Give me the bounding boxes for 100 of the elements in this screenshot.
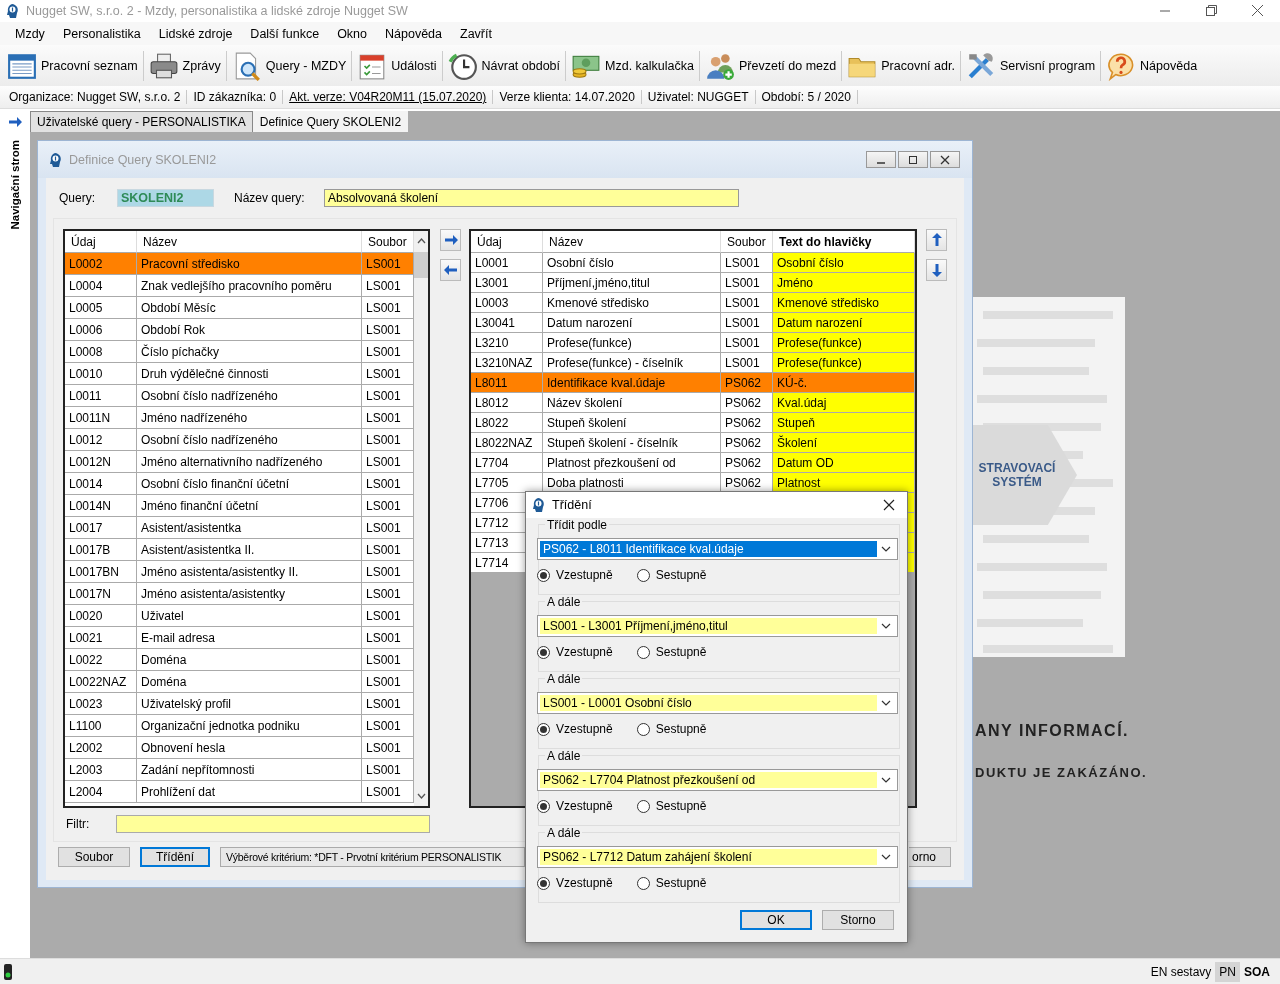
table-cell: LS001 — [362, 407, 414, 429]
table-cell: LS001 — [362, 429, 414, 451]
table-cell: LS001 — [362, 693, 414, 715]
group-label: A dále — [545, 749, 583, 763]
dialog-title: Třídění — [552, 498, 593, 512]
table-cell: L0011N — [65, 407, 137, 429]
table-cell: L0014N — [65, 495, 137, 517]
table-cell: L3001 — [471, 273, 543, 293]
table-cell: L8012 — [471, 393, 543, 413]
table-cell: L0022NAZ — [65, 671, 137, 693]
table-cell: LS001 — [362, 539, 414, 561]
table-cell: Identifikace kval.údaje — [543, 373, 721, 393]
table-cell: PS062 — [721, 453, 773, 473]
table-cell: L0008 — [65, 341, 137, 363]
table-cell: Kval.údaj — [773, 393, 915, 413]
table-cell: L0004 — [65, 275, 137, 297]
table-cell: PS062 — [721, 413, 773, 433]
table-cell: LS001 — [721, 333, 773, 353]
table-cell: L0003 — [471, 293, 543, 313]
info-text: Verze klienta: 14.07.2020 — [493, 90, 642, 104]
table-cell: L0023 — [65, 693, 137, 715]
group-label: Třídit podle — [545, 518, 610, 532]
window-title: Nugget SW, s.r.o. 2 - Mzdy, personalistika a lidské zdroje Nugget SW — [26, 4, 409, 18]
table-cell: L2004 — [65, 781, 137, 803]
table-cell: LS001 — [362, 495, 414, 517]
table-cell: Doména — [137, 671, 362, 693]
table-cell: L8022 — [471, 413, 543, 433]
table-cell: L0022 — [65, 649, 137, 671]
table-cell: L30041 — [471, 313, 543, 333]
table-cell: LS001 — [362, 451, 414, 473]
table-cell: Jméno alternativního nadřízeného — [137, 451, 362, 473]
table-cell: Jméno asistenta/asistentky II. — [137, 561, 362, 583]
table-cell: Platnost — [773, 473, 915, 493]
table-cell: LS001 — [362, 781, 414, 803]
table-cell: LS001 — [362, 649, 414, 671]
table-cell: Období Rok — [137, 319, 362, 341]
table-cell: Doba platnosti — [543, 473, 721, 493]
table-cell: L7705 — [471, 473, 543, 493]
table-cell: Datum narození — [773, 313, 915, 333]
table-cell: LS001 — [362, 561, 414, 583]
info-text: ID zákazníka: 0 — [187, 90, 284, 104]
table-cell: Stupeň školení — [543, 413, 721, 433]
criterion-field: Výběrové kritérium: *DFT - Prvotní kritérium PERSONALISTIK — [220, 847, 525, 867]
table-cell: L0011 — [65, 385, 137, 407]
table-cell: L0017B — [65, 539, 137, 561]
table-cell: LS001 — [362, 253, 414, 275]
table-cell: Období Měsíc — [137, 297, 362, 319]
window-title: Definice Query SKOLENI2 — [69, 152, 218, 167]
table-cell: Název školení — [543, 393, 721, 413]
table-cell: Osobní číslo nadřízeného — [137, 429, 362, 451]
table-cell: L7704 — [471, 453, 543, 473]
table-cell: Jméno nadřízeného — [137, 407, 362, 429]
table-cell: PS062 — [721, 393, 773, 413]
table-cell: Osobní číslo — [543, 253, 721, 273]
table-cell: Jméno finanční účetní — [137, 495, 362, 517]
table-cell: Stupeň — [773, 413, 915, 433]
table-cell: L0021 — [65, 627, 137, 649]
table-cell: LS001 — [362, 737, 414, 759]
table-cell: LS001 — [721, 293, 773, 313]
table-cell: L0017N — [65, 583, 137, 605]
table-cell: Asistent/asistentka II. — [137, 539, 362, 561]
table-cell: PS062 — [721, 373, 773, 393]
table-cell: L8022NAZ — [471, 433, 543, 453]
table-cell: Asistent/asistentka — [137, 517, 362, 539]
table-cell: Kmenové středisko — [773, 293, 915, 313]
table-cell: LS001 — [362, 363, 414, 385]
table-cell: L3210NAZ — [471, 353, 543, 373]
table-cell: Profese(funkce) — [773, 333, 915, 353]
table-cell: L0005 — [65, 297, 137, 319]
table-cell: Příjmení,jméno,titul — [543, 273, 721, 293]
table-cell: Stupeň školení - číselník — [543, 433, 721, 453]
table-cell: L0017 — [65, 517, 137, 539]
table-cell: KÚ-č. — [773, 373, 915, 393]
table-cell: Profese(funkce) - číselník — [543, 353, 721, 373]
table-cell: LS001 — [362, 319, 414, 341]
table-cell: L1100 — [65, 715, 137, 737]
table-cell: L0012N — [65, 451, 137, 473]
table-cell: Kmenové středisko — [543, 293, 721, 313]
info-text: Organizace: Nugget SW, s.r.o. 2 — [3, 90, 188, 104]
table-cell: Znak vedlejšího pracovního poměru — [137, 275, 362, 297]
table-cell: Prohlížení dat — [137, 781, 362, 803]
table-cell: LS001 — [721, 353, 773, 373]
table-cell: L0001 — [471, 253, 543, 273]
table-cell: LS001 — [362, 627, 414, 649]
table-cell: Jméno asistenta/asistentky — [137, 583, 362, 605]
background-text: DUKTU JE ZAKÁZÁNO. — [975, 765, 1148, 780]
table-cell: PS062 — [721, 433, 773, 453]
table-cell: Zadání nepřítomnosti — [137, 759, 362, 781]
group-label: A dále — [545, 672, 583, 686]
table-cell: Obnovení hesla — [137, 737, 362, 759]
table-cell: LS001 — [721, 273, 773, 293]
query-field: SKOLENI2 — [117, 189, 214, 207]
table-cell: Osobní číslo nadřízeného — [137, 385, 362, 407]
table-cell: Uživatelský profil — [137, 693, 362, 715]
table-cell: LS001 — [721, 253, 773, 273]
info-text: Uživatel: NUGGET — [641, 90, 756, 104]
field-label: Query: — [59, 191, 96, 205]
table-cell: LS001 — [362, 583, 414, 605]
table-cell: LS001 — [362, 341, 414, 363]
table-cell: LS001 — [362, 671, 414, 693]
